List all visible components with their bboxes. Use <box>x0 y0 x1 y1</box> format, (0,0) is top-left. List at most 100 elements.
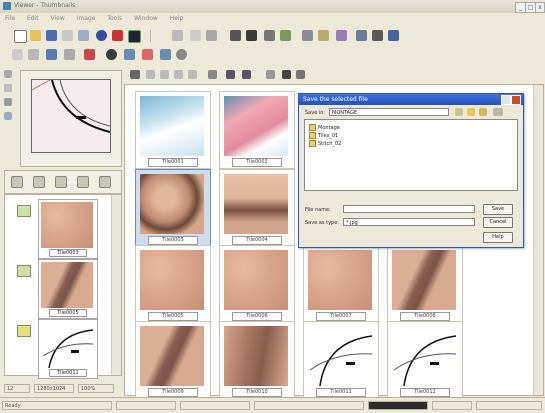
close-button[interactable]: x <box>535 2 545 13</box>
folder-icon <box>17 205 31 217</box>
thumbnail-item-selected[interactable]: Tile0003 <box>135 169 211 247</box>
magnifier-icon[interactable] <box>4 98 12 106</box>
export-icon[interactable] <box>296 70 305 79</box>
filter-icon[interactable] <box>280 30 291 41</box>
heart-icon[interactable] <box>142 49 153 60</box>
nav-icon[interactable] <box>146 70 155 79</box>
nav-icon[interactable] <box>160 70 169 79</box>
menu-file[interactable]: File <box>5 15 15 22</box>
database-icon[interactable] <box>388 30 399 41</box>
thumbnail-item[interactable]: Tile0012 <box>387 321 463 399</box>
export-icon[interactable] <box>356 30 367 41</box>
thumbnail-item[interactable]: Tile0006 <box>219 245 295 323</box>
filename-input[interactable] <box>343 205 475 213</box>
menu-help[interactable]: Help <box>170 15 184 22</box>
delete-icon[interactable] <box>84 49 95 60</box>
crop-icon[interactable] <box>190 30 201 41</box>
rotate-icon[interactable] <box>266 70 275 79</box>
list-icon-2[interactable] <box>33 176 45 188</box>
filetype-select[interactable]: *.jpg <box>343 218 475 226</box>
list-item[interactable]: Tile0011 <box>38 319 98 379</box>
flip-icon[interactable] <box>282 70 291 79</box>
open-folder-icon[interactable] <box>30 30 41 41</box>
list-item[interactable]: Tile0005 <box>38 259 98 319</box>
ruler-icon[interactable] <box>4 112 12 120</box>
add-icon[interactable] <box>106 49 117 60</box>
left-list-toolbar <box>4 170 122 194</box>
compare-icon[interactable] <box>302 30 313 41</box>
color-icon[interactable] <box>336 30 347 41</box>
camera-icon[interactable] <box>128 30 141 43</box>
save-icon[interactable] <box>46 30 57 41</box>
forward-icon[interactable] <box>28 49 39 60</box>
preview-image[interactable] <box>31 79 111 153</box>
menu-tools[interactable]: Tools <box>107 15 122 22</box>
list-scrollbar[interactable] <box>111 195 121 375</box>
filter-icon[interactable] <box>226 70 235 79</box>
help-icon[interactable] <box>501 95 511 105</box>
thumbnail-item[interactable]: Tile0011 <box>303 321 379 399</box>
back-icon[interactable] <box>12 49 23 60</box>
undo-icon[interactable] <box>62 30 73 41</box>
up-folder-icon[interactable] <box>455 108 463 116</box>
info-icon[interactable] <box>96 30 107 41</box>
menu-view[interactable]: View <box>51 15 65 22</box>
list-icon-4[interactable] <box>77 176 89 188</box>
help-button[interactable]: Help <box>483 232 513 243</box>
thumbnail-caption: Tile0006 <box>232 312 282 321</box>
report-icon[interactable] <box>372 30 383 41</box>
view-menu-icon[interactable] <box>493 108 503 116</box>
capture-icon[interactable] <box>172 30 183 41</box>
new-folder-icon[interactable] <box>467 108 475 116</box>
cancel-button[interactable]: Cancel <box>483 217 513 228</box>
merge-icon[interactable] <box>124 49 135 60</box>
thumbnail-image <box>140 326 204 386</box>
pan-icon[interactable] <box>4 70 12 78</box>
menu-edit[interactable]: Edit <box>27 15 39 22</box>
thumbnail-item[interactable]: Tile0004 <box>219 169 295 247</box>
save-button[interactable]: Save <box>483 204 513 215</box>
menu-image[interactable]: Image <box>77 15 96 22</box>
sort-icon[interactable] <box>208 70 217 79</box>
film-icon[interactable] <box>246 30 257 41</box>
layout-icon[interactable] <box>230 30 241 41</box>
grid-view-icon[interactable] <box>130 70 140 79</box>
list-icon-3[interactable] <box>55 176 67 188</box>
close-icon[interactable] <box>511 95 521 105</box>
annotate-icon[interactable] <box>318 30 329 41</box>
thumbnail-item[interactable]: Tile0009 <box>135 321 211 399</box>
nav-icon[interactable] <box>174 70 183 79</box>
print-icon[interactable] <box>78 30 89 41</box>
thumbnail-item[interactable]: Tile0005 <box>135 245 211 323</box>
file-item[interactable]: Montage <box>309 124 340 131</box>
menu-window[interactable]: Window <box>134 15 158 22</box>
file-name: Stitch_02 <box>318 141 342 147</box>
grid-scrollbar[interactable] <box>533 85 543 395</box>
status-cell <box>180 401 250 410</box>
list-icon-1[interactable] <box>11 176 23 188</box>
thumbnail-item[interactable]: Tile0007 <box>303 245 379 323</box>
grid-icon[interactable] <box>206 30 217 41</box>
measure-icon[interactable] <box>264 30 275 41</box>
select-icon[interactable] <box>4 84 12 92</box>
file-item[interactable]: Tiles_01 <box>309 132 338 139</box>
thumbnail-item[interactable]: Tile0002 <box>219 91 295 169</box>
save-in-select[interactable]: MONTAGE <box>329 108 449 116</box>
file-item[interactable]: Stitch_02 <box>309 140 341 147</box>
list-item[interactable]: Tile0003 <box>38 199 98 259</box>
list-icon-5[interactable] <box>99 176 111 188</box>
refresh-icon[interactable] <box>176 49 187 60</box>
thumbnail-item[interactable]: Tile0008 <box>387 245 463 323</box>
preview-pane <box>20 70 122 167</box>
thumbnail-item[interactable]: Tile0001 <box>135 91 211 169</box>
nav-icon[interactable] <box>188 70 197 79</box>
u-tool-icon[interactable] <box>160 49 171 60</box>
stop-icon[interactable] <box>112 30 123 41</box>
tag-icon[interactable] <box>242 70 251 79</box>
thumbnail-caption: Tile0011 <box>316 388 366 397</box>
zoom-icon[interactable] <box>64 49 75 60</box>
folder-icon[interactable] <box>479 108 487 116</box>
new-icon[interactable] <box>14 30 27 43</box>
thumbnail-item[interactable]: Tile0010 <box>219 321 295 399</box>
thumbnails-icon[interactable] <box>46 49 57 60</box>
